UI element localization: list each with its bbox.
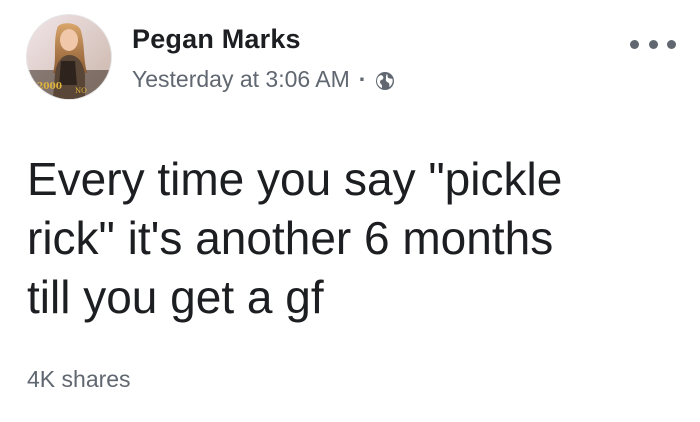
post-text-line: Every time you say "pickle xyxy=(27,153,563,205)
svg-text:2000: 2000 xyxy=(37,82,62,92)
meta-separator: · xyxy=(358,66,367,92)
author-name[interactable]: Pegan Marks xyxy=(132,24,301,55)
facebook-post: 2000 NO Pegan Marks Yesterday at 3:06 AM… xyxy=(0,0,700,422)
more-dot xyxy=(648,39,658,49)
more-dot xyxy=(667,39,676,49)
post-text-line: till you get a gf xyxy=(27,271,324,323)
post-text-line: rick" it's another 6 months xyxy=(27,212,554,264)
post-meta: Yesterday at 3:06 AM · xyxy=(132,66,395,93)
post-text: Every time you say "pickle rick" it's an… xyxy=(27,150,677,327)
more-dot xyxy=(630,39,639,49)
svg-text:NO: NO xyxy=(75,87,87,95)
shares-count[interactable]: 4K shares xyxy=(27,366,131,393)
profile-photo-icon: 2000 NO xyxy=(27,15,111,99)
globe-icon[interactable] xyxy=(375,70,395,90)
post-timestamp[interactable]: Yesterday at 3:06 AM xyxy=(132,66,350,93)
avatar[interactable]: 2000 NO xyxy=(27,15,111,99)
more-options-icon[interactable] xyxy=(630,34,676,54)
